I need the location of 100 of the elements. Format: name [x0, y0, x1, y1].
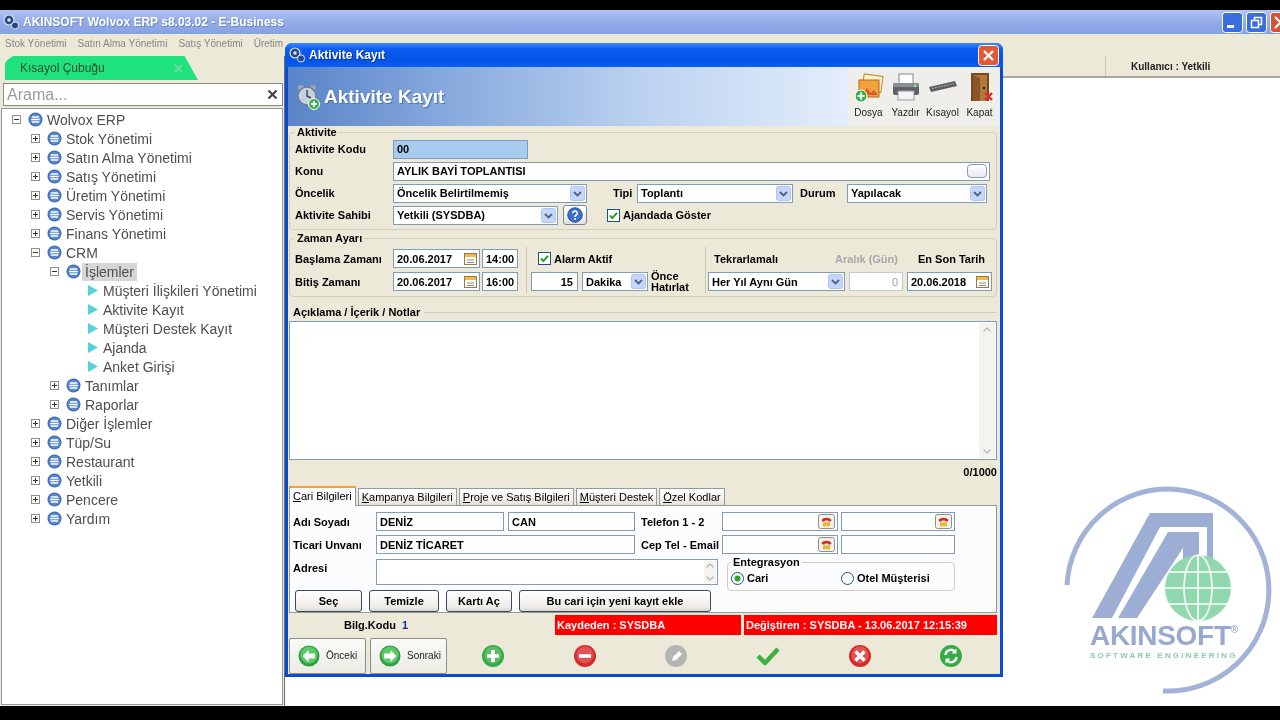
plus-box-icon[interactable] — [50, 400, 59, 409]
owner-dropdown[interactable]: Yetkili (SYSDBA) — [393, 205, 558, 225]
code-field[interactable]: 00 — [393, 139, 528, 159]
phone-field[interactable] — [841, 512, 955, 531]
address-field[interactable] — [376, 559, 718, 585]
tree-item[interactable]: Anket Girişi — [100, 357, 178, 376]
reminder-field[interactable]: 15 — [531, 272, 578, 291]
search-field[interactable]: Arama... — [3, 83, 283, 106]
picker-button[interactable] — [967, 164, 987, 178]
time-field[interactable]: 16:00 — [482, 272, 518, 291]
phone-icon[interactable] — [818, 514, 835, 529]
checkbox[interactable] — [538, 252, 551, 265]
time-field[interactable]: 14:00 — [482, 249, 518, 268]
tree-item[interactable]: Tanımlar — [82, 376, 142, 395]
open-card-button[interactable]: Kartı Aç — [446, 590, 512, 612]
plus-box-icon[interactable] — [31, 134, 40, 143]
plus-box-icon[interactable] — [50, 381, 59, 390]
exit-button[interactable]: Kapat — [961, 71, 998, 126]
phone-icon[interactable] — [935, 514, 952, 529]
type-dropdown[interactable]: Toplantı — [637, 183, 793, 203]
surname-field[interactable]: CAN — [508, 512, 635, 531]
refresh-icon[interactable] — [939, 643, 964, 668]
minus-box-icon[interactable] — [12, 115, 21, 124]
date-field[interactable]: 20.06.2017 — [393, 249, 480, 268]
scrollbar[interactable] — [979, 323, 995, 458]
calendar-icon[interactable] — [464, 252, 477, 265]
tree-item[interactable]: Müşteri İlişkileri Yönetimi — [100, 281, 260, 300]
checkbox[interactable] — [607, 208, 620, 222]
phone-field[interactable] — [722, 512, 838, 531]
minimize-button[interactable] — [1222, 11, 1243, 33]
tab[interactable]: Kampanya Bilgileri — [357, 488, 457, 505]
unit-dropdown[interactable]: Dakika — [582, 272, 648, 291]
plus-box-icon[interactable] — [31, 229, 40, 238]
date-field[interactable]: 20.06.2018 — [907, 272, 992, 291]
scrollbar[interactable] — [704, 561, 716, 583]
plus-box-icon[interactable] — [31, 153, 40, 162]
tree-item[interactable]: Pencere — [63, 490, 122, 509]
priority-dropdown[interactable]: Öncelik Belirtilmemiş — [393, 183, 587, 203]
previous-button[interactable]: Önceki — [289, 637, 366, 674]
radio-button[interactable] — [731, 571, 744, 585]
repeat-dropdown[interactable]: Her Yıl Aynı Gün — [708, 272, 845, 291]
tree-item[interactable]: Wolvox ERP — [44, 110, 129, 129]
select-button[interactable]: Seç — [295, 590, 362, 612]
tree-item[interactable]: Müşteri Destek Kayıt — [100, 319, 236, 338]
tree-item[interactable]: Diğer İşlemler — [63, 414, 156, 433]
email-field[interactable] — [841, 535, 955, 554]
plus-box-icon[interactable] — [31, 457, 40, 466]
phone-icon[interactable] — [818, 537, 835, 552]
subject-field[interactable]: AYLIK BAYİ TOPLANTISI — [393, 161, 990, 181]
tree-item[interactable]: Raporlar — [82, 395, 142, 414]
tree-item[interactable]: Restaurant — [63, 452, 138, 471]
tree-item[interactable]: Servis Yönetimi — [63, 205, 166, 224]
plus-box-icon[interactable] — [31, 514, 40, 523]
plus-box-icon[interactable] — [31, 495, 40, 504]
close-button[interactable] — [1270, 11, 1280, 33]
tab[interactable]: Proje ve Satış Bilgileri — [458, 488, 574, 505]
minus-box-icon[interactable] — [31, 248, 40, 257]
shortcut-button[interactable]: Kısayol — [924, 71, 961, 126]
close-button[interactable] — [978, 44, 999, 66]
calendar-icon[interactable] — [976, 275, 989, 288]
tree-item[interactable]: Aktivite Kayıt — [100, 300, 187, 319]
tab[interactable]: Müşteri Destek — [575, 488, 658, 505]
company-field[interactable]: DENİZ TİCARET — [376, 535, 635, 554]
tree-item[interactable]: Ajanda — [100, 338, 150, 357]
plus-box-icon[interactable] — [31, 419, 40, 428]
tree-item[interactable]: Tüp/Su — [63, 433, 115, 452]
calendar-icon[interactable] — [464, 275, 477, 288]
x-circle-icon[interactable] — [847, 643, 872, 668]
restore-button[interactable] — [1246, 11, 1267, 33]
tree-item[interactable]: Üretim Yönetimi — [63, 186, 169, 205]
close-icon[interactable] — [267, 89, 278, 100]
clear-button[interactable]: Temizle — [369, 590, 439, 612]
plus-box-icon[interactable] — [31, 172, 40, 181]
tree-item[interactable]: Yardım — [63, 509, 114, 528]
plus-icon[interactable] — [480, 643, 505, 668]
name-field[interactable]: DENİZ — [376, 512, 504, 531]
tree-item[interactable]: Finans Yönetimi — [63, 224, 170, 243]
plus-box-icon[interactable] — [31, 210, 40, 219]
new-record-button[interactable]: Bu cari için yeni kayıt ekle — [519, 590, 711, 612]
files-button[interactable]: Dosya — [850, 71, 887, 126]
help-button[interactable] — [563, 205, 587, 225]
minus-icon[interactable] — [572, 643, 597, 668]
plus-box-icon[interactable] — [31, 476, 40, 485]
tree-item[interactable]: Stok Yönetimi — [63, 129, 156, 148]
next-button[interactable]: Sonraki — [370, 637, 447, 674]
plus-box-icon[interactable] — [31, 191, 40, 200]
minus-box-icon[interactable] — [50, 267, 59, 276]
radio-button[interactable] — [841, 571, 854, 585]
tree-item[interactable]: Satış Yönetimi — [63, 167, 159, 186]
tree-item[interactable]: İşlemler — [82, 262, 137, 281]
tree-item[interactable]: CRM — [63, 243, 101, 262]
status-dropdown[interactable]: Yapılacak — [847, 183, 987, 203]
phone-field[interactable] — [722, 535, 838, 554]
tab[interactable]: Özel Kodlar — [659, 488, 725, 505]
tab[interactable]: Cari Bilgileri — [289, 486, 356, 506]
sidebar-tab[interactable]: Kısayol Çubuğu — [5, 56, 198, 80]
tree-item[interactable]: Satın Alma Yönetimi — [63, 148, 195, 167]
tree-item[interactable]: Yetkili — [63, 471, 106, 490]
print-button[interactable]: Yazdır — [887, 71, 924, 126]
date-field[interactable]: 20.06.2017 — [393, 272, 480, 291]
